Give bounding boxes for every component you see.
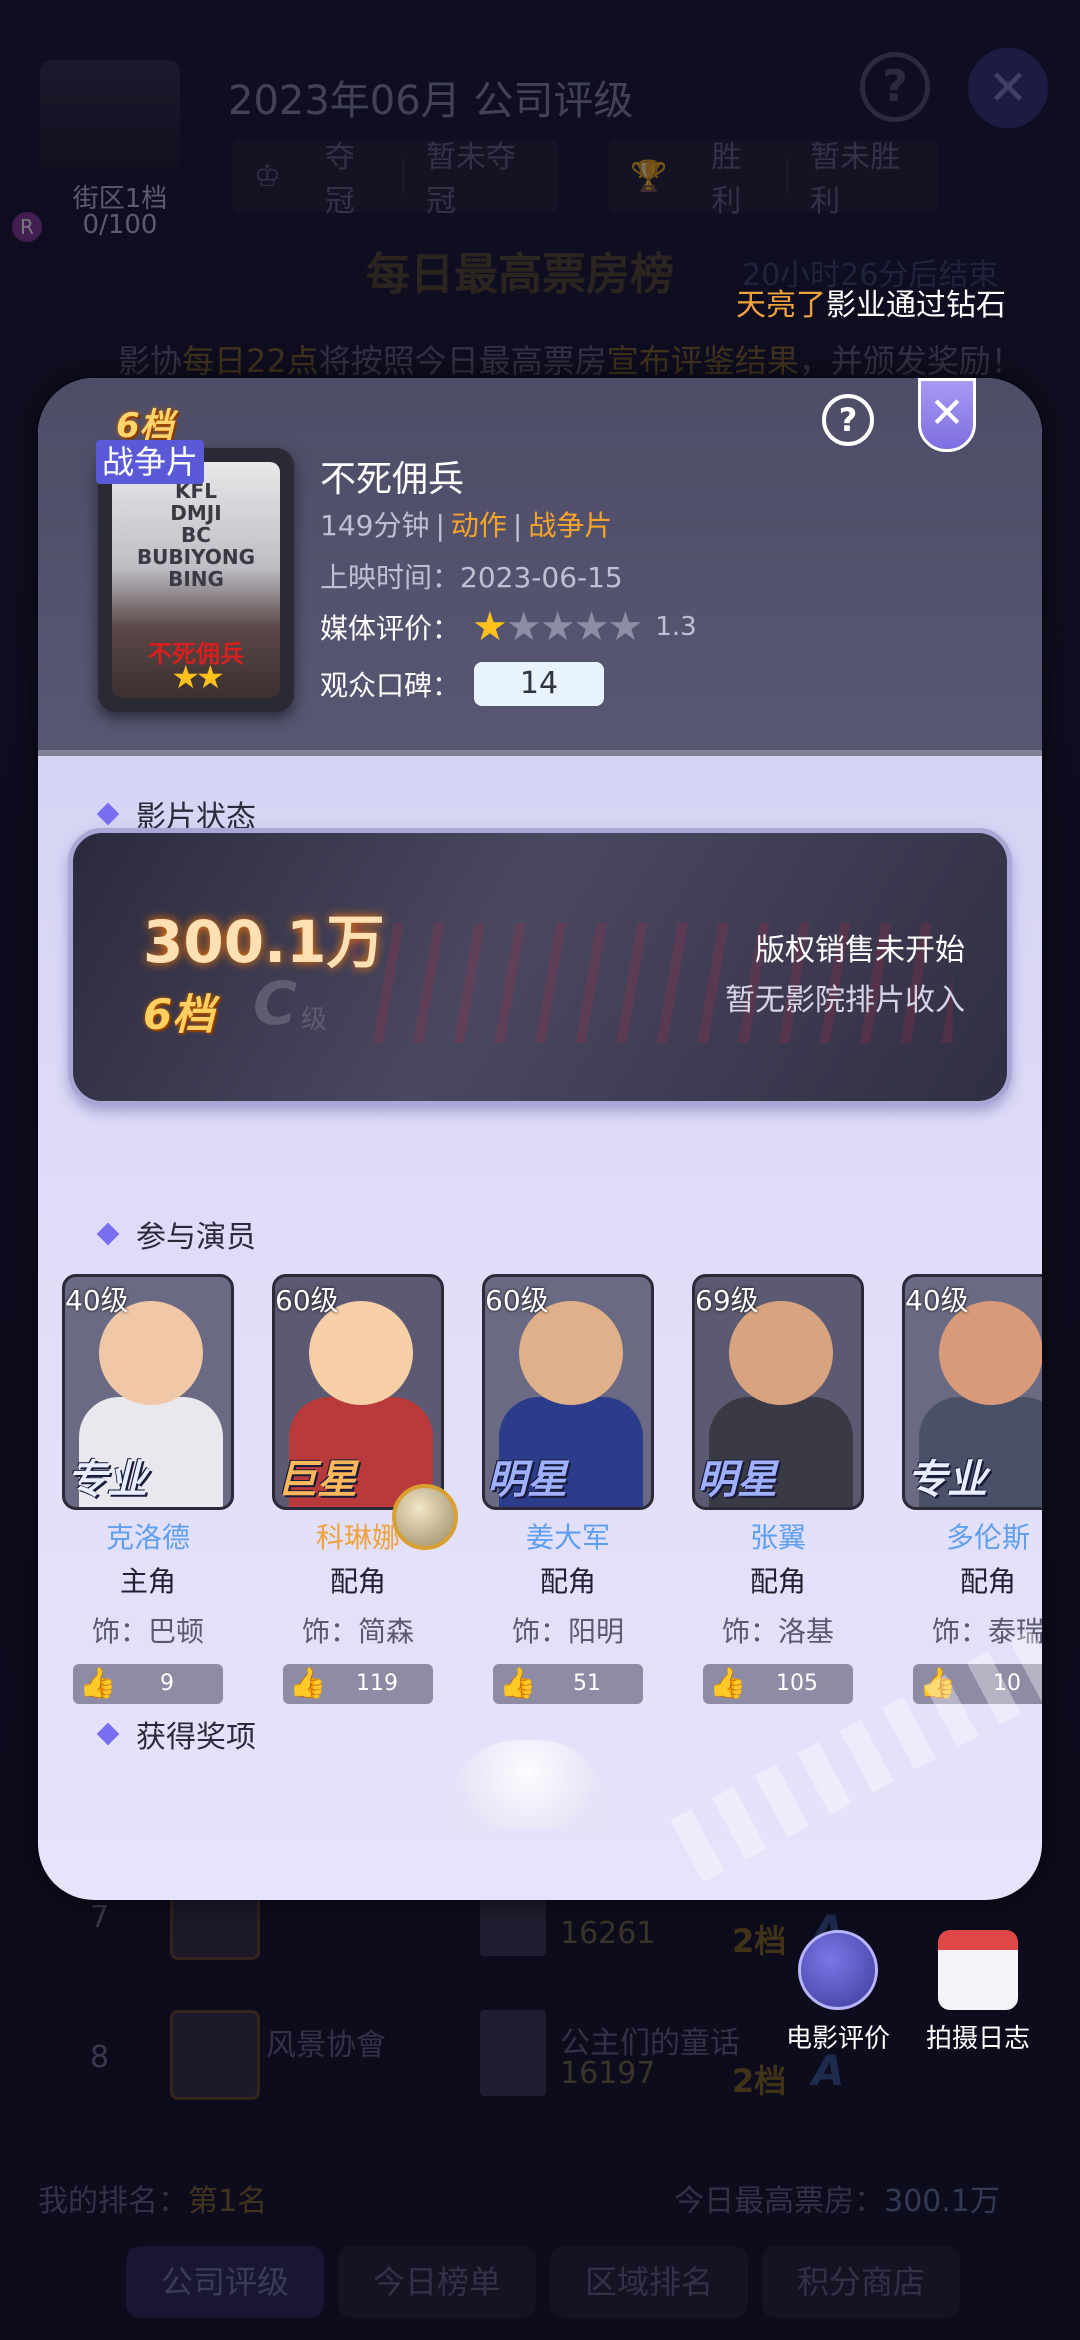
diamond-icon <box>96 802 120 826</box>
victory-label: 胜利 <box>711 140 742 219</box>
status-tier: 6档 <box>143 990 215 1039</box>
victory-pill: 🏆 胜利 暂未胜利 <box>608 140 938 219</box>
actor-role: 配角 <box>329 1565 386 1598</box>
cinema-income-status: 暂无影院排片收入 <box>725 983 965 1018</box>
audience-rating: 观众口碑： 14 <box>320 662 605 706</box>
champion-label: 夺冠 <box>324 140 355 219</box>
poster-text: KFL DMJI BC BUBIYONG BING <box>136 479 256 591</box>
poster-stars-icon: ★★ <box>171 658 224 696</box>
champion-value: 暂未夺冠 <box>425 140 516 219</box>
actor-role: 主角 <box>119 1565 176 1598</box>
movie-review-button[interactable]: 电影评价 <box>768 1930 908 2055</box>
crown-icon: ♔ <box>254 158 281 194</box>
movie-title: 不死佣兵 <box>320 459 465 500</box>
tab-region-rank[interactable]: 区域排名 <box>550 2246 748 2318</box>
genre-tag: 战争片 <box>96 440 205 484</box>
shooting-log-button[interactable]: 拍摄日志 <box>908 1930 1048 2055</box>
thumbs-up-icon: 👍 <box>79 1666 117 1701</box>
section-title-awards: 获得奖项 <box>96 1712 256 1756</box>
actor-character: 饰：巴顿 <box>91 1615 204 1648</box>
actor-role: 配角 <box>539 1565 596 1598</box>
page-title: 2023年06月 公司评级 <box>228 78 634 124</box>
ranking-banner: 每日最高票房榜 <box>366 249 674 300</box>
section-title-cast: 参与演员 <box>96 1212 256 1256</box>
like-button[interactable]: 👍 51 <box>493 1664 643 1704</box>
knight-badge-icon <box>392 1484 458 1550</box>
movie-poster <box>480 2010 546 2096</box>
r-badge: R <box>12 212 42 242</box>
movie-header: ? ✕ KFL DMJI BC BUBIYONG BING 不死佣兵 ★★ 6档… <box>38 378 1042 756</box>
trophy-icon <box>448 1740 608 1830</box>
actor-character: 饰：洛基 <box>721 1615 834 1648</box>
release-date: 上映时间：2023-06-15 <box>320 561 623 594</box>
tab-points-shop[interactable]: 积分商店 <box>762 2246 960 2318</box>
cast-card[interactable]: 69级 明星 张翼 配角 饰：洛基 👍 105 <box>692 1274 864 1704</box>
district-building-icon <box>40 60 180 170</box>
close-icon[interactable]: ✕ <box>968 48 1048 128</box>
tab-company-rating[interactable]: 公司评级 <box>126 2246 324 2318</box>
actor-name: 张翼 <box>749 1521 806 1554</box>
calendar-icon <box>938 1930 1018 2010</box>
my-rank: 我的排名：第1名 <box>38 2184 268 2219</box>
actor-name: 多伦斯 <box>945 1521 1030 1554</box>
thumbs-up-icon: 👍 <box>289 1666 327 1701</box>
avatar <box>170 2010 260 2100</box>
trophy-icon: 🏆 <box>630 158 668 194</box>
movie-detail-modal: ? ✕ KFL DMJI BC BUBIYONG BING 不死佣兵 ★★ 6档… <box>38 378 1042 1900</box>
grade-suffix: 级 <box>301 1005 328 1035</box>
like-button[interactable]: 👍 119 <box>283 1664 433 1704</box>
pen-icon <box>798 1930 878 2010</box>
like-button[interactable]: 👍 9 <box>73 1664 223 1704</box>
actor-character: 饰：阳明 <box>511 1615 624 1648</box>
rating-stars-icon: ★★★★★ <box>472 604 643 650</box>
cast-card[interactable]: 60级 明星 姜大军 配角 饰：阳明 👍 51 <box>482 1274 654 1704</box>
thumbs-up-icon: 👍 <box>709 1666 747 1701</box>
actor-character: 饰：简森 <box>301 1615 414 1648</box>
copyright-status: 版权销售未开始 <box>755 933 965 968</box>
like-button[interactable]: 👍 105 <box>703 1664 853 1704</box>
cast-card[interactable]: 60级 巨星 科琳娜 配角 饰：简森 👍 119 <box>272 1274 458 1704</box>
status-card: 300.1万 6档 C 级 版权销售未开始 暂无影院排片收入 <box>68 828 1012 1106</box>
audience-score: 14 <box>474 662 605 706</box>
thumbs-up-icon: 👍 <box>499 1666 537 1701</box>
help-icon[interactable]: ? <box>860 52 930 122</box>
tab-today-list[interactable]: 今日榜单 <box>338 2246 536 2318</box>
rules-notice: 影协每日22点将按照今日最高票房宣布评鉴结果，并颁发奖励！ <box>118 342 1023 380</box>
box-office-value: 300.1万 <box>143 908 385 976</box>
actor-role: 配角 <box>959 1565 1016 1598</box>
bottom-tabs: 公司评级 今日榜单 区域排名 积分商店 <box>126 2246 960 2318</box>
diamond-icon <box>96 1222 120 1246</box>
cast-card[interactable]: 40级 专业 克洛德 主角 饰：巴顿 👍 9 <box>62 1274 234 1704</box>
victory-value: 暂未胜利 <box>810 140 901 219</box>
movie-poster: KFL DMJI BC BUBIYONG BING 不死佣兵 ★★ <box>98 448 294 712</box>
close-button[interactable]: ✕ <box>918 378 976 452</box>
diamond-icon <box>96 1722 120 1746</box>
help-icon[interactable]: ? <box>822 394 874 446</box>
live-ticker: 天亮了影业通过钻石 <box>736 288 1006 323</box>
actor-name: 姜大军 <box>525 1521 610 1554</box>
cast-list: 40级 专业 克洛德 主角 饰：巴顿 👍 9 60级 巨星 科琳娜 配角 饰：简森… <box>62 1274 1042 1704</box>
movie-meta: 149分钟 | 动作 | 战争片 <box>320 509 613 542</box>
actor-name: 克洛德 <box>105 1521 190 1554</box>
champion-pill: ♔ 夺冠 暂未夺冠 <box>232 140 558 219</box>
media-rating: 媒体评价： ★★★★★ 1.3 <box>320 604 697 650</box>
actor-role: 配角 <box>749 1565 806 1598</box>
today-best-box-office: 今日最高票房：300.1万 <box>674 2184 1000 2219</box>
district-progress: 0/100 <box>82 210 158 240</box>
status-grade: C <box>253 969 298 1039</box>
